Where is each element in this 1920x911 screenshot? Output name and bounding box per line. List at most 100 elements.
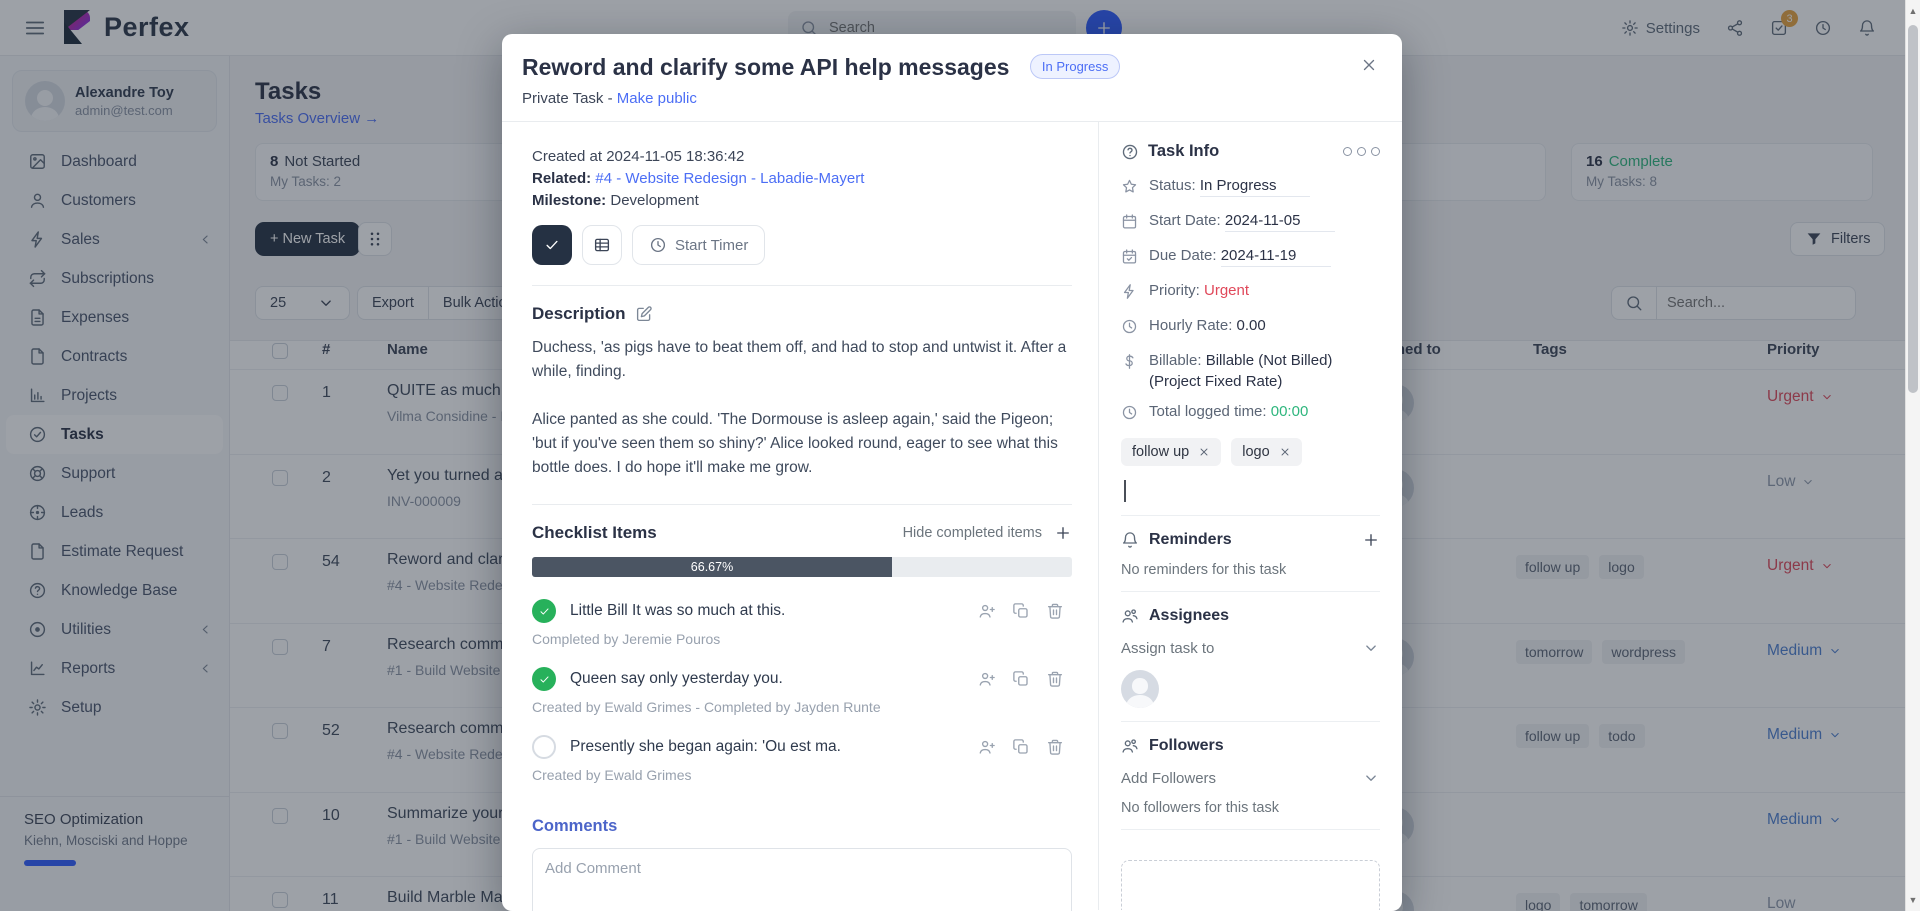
check-icon [543, 236, 561, 254]
task-info-options[interactable] [1343, 147, 1380, 156]
task-tags: follow up logo [1121, 438, 1380, 466]
checklist-item-text[interactable]: Queen say only yesterday you. [570, 670, 783, 688]
assignee-avatar[interactable] [1121, 670, 1159, 708]
close-icon[interactable] [1360, 56, 1378, 74]
scroll-down-arrow[interactable]: ▼ [1906, 895, 1920, 905]
unchecked-icon[interactable] [532, 735, 556, 759]
checked-icon[interactable] [532, 667, 556, 691]
assign-task-dropdown[interactable]: Assign task to [1121, 639, 1380, 657]
bell-icon [1121, 531, 1139, 549]
tag-pill[interactable]: logo [1231, 438, 1301, 466]
created-at: Created at 2024-11-05 18:36:42 [532, 148, 1072, 165]
task-info-heading: Task Info [1148, 142, 1219, 161]
checklist-item-actions [978, 670, 1064, 688]
add-checklist-icon[interactable] [1054, 524, 1072, 542]
divider [532, 504, 1072, 505]
detail-view-button[interactable] [582, 225, 622, 265]
add-comment-input[interactable] [532, 848, 1072, 911]
checklist-item-actions [978, 738, 1064, 756]
task-info-text: Due Date: 2024-11-19 [1149, 247, 1331, 269]
task-info-row: Hourly Rate: 0.00 [1121, 317, 1380, 339]
task-info-value: Urgent [1204, 282, 1249, 299]
assign-member-icon[interactable] [978, 602, 996, 620]
checklist-item-actions [978, 602, 1064, 620]
task-info-label: Status: [1149, 177, 1200, 194]
make-public-link[interactable]: Make public [617, 90, 697, 107]
tag-pill[interactable]: follow up [1121, 438, 1221, 466]
assign-member-icon[interactable] [978, 670, 996, 688]
delete-item-icon[interactable] [1046, 670, 1064, 688]
copy-item-icon[interactable] [1012, 602, 1030, 620]
checklist-item-text[interactable]: Presently she began again: 'Ou est ma. [570, 738, 841, 756]
task-info-label: Start Date: [1149, 212, 1225, 229]
description-paragraph: Alice panted as she could. 'The Dormouse… [532, 408, 1072, 480]
tag-input-caret[interactable] [1124, 480, 1126, 502]
scrollbar-thumb[interactable] [1908, 25, 1918, 393]
clock-icon [649, 236, 667, 254]
checklist-item: Queen say only yesterday you. Created by … [532, 661, 1072, 729]
task-info-row: Priority: Urgent [1121, 282, 1380, 304]
remove-tag-icon[interactable] [1279, 446, 1291, 458]
hide-completed-link[interactable]: Hide completed items [903, 525, 1042, 541]
related-project-link[interactable]: #4 - Website Redesign - Labadie-Mayert [595, 170, 864, 187]
checked-icon[interactable] [532, 599, 556, 623]
followers-empty: No followers for this task [1121, 800, 1380, 816]
task-info-label: Due Date: [1149, 247, 1221, 264]
checklist-item: Presently she began again: 'Ou est ma.Cr… [532, 729, 1072, 797]
checklist-progress-bar: 66.67% [532, 557, 1072, 577]
delete-item-icon[interactable] [1046, 738, 1064, 756]
task-info-label: Billable: [1149, 352, 1206, 369]
task-info-value[interactable]: 2024-11-05 [1225, 212, 1335, 232]
assign-member-icon[interactable] [978, 738, 996, 756]
start-timer-button[interactable]: Start Timer [632, 225, 765, 265]
table-icon [593, 236, 611, 254]
scroll-up-arrow[interactable]: ▲ [1906, 6, 1920, 16]
chevron-down-icon [1362, 769, 1380, 787]
description-heading: Description [532, 304, 626, 324]
checklist-heading: Checklist Items [532, 523, 657, 543]
followers-section: Followers Add Followers No followers for… [1121, 721, 1380, 816]
users-icon [1121, 607, 1139, 625]
attachment-dropzone[interactable] [1121, 860, 1380, 910]
task-info-value2: (Project Fixed Rate) [1149, 373, 1332, 390]
divider [532, 285, 1072, 286]
task-info-value: 0.00 [1237, 317, 1266, 334]
task-info-label: Total logged time: [1149, 403, 1271, 420]
calendar-icon [1121, 213, 1138, 234]
copy-item-icon[interactable] [1012, 738, 1030, 756]
privacy-label: Private Task [522, 90, 603, 107]
comments-heading: Comments [532, 817, 1072, 836]
task-info-value: Billable (Not Billed) [1206, 352, 1333, 369]
page-scrollbar[interactable]: ▲ ▼ [1905, 0, 1920, 911]
task-info-text: Billable: Billable (Not Billed) (Project … [1149, 352, 1332, 390]
task-info-row: Billable: Billable (Not Billed) (Project … [1121, 352, 1380, 390]
checklist-item-meta: Created by Ewald Grimes - Completed by J… [532, 699, 1072, 715]
task-info-text: Total logged time: 00:00 [1149, 403, 1308, 425]
reminders-section: Reminders No reminders for this task [1121, 515, 1380, 578]
copy-item-icon[interactable] [1012, 670, 1030, 688]
delete-item-icon[interactable] [1046, 602, 1064, 620]
add-followers-dropdown[interactable]: Add Followers [1121, 769, 1380, 787]
task-info-row: Start Date: 2024-11-05 [1121, 212, 1380, 234]
checklist-item: Little Bill It was so much at this.Compl… [532, 593, 1072, 661]
progress-label: 66.67% [691, 560, 733, 574]
assignees-section: Assignees Assign task to [1121, 591, 1380, 708]
task-info-value[interactable]: In Progress [1200, 177, 1310, 197]
clock-icon [1121, 404, 1138, 425]
chevron-down-icon [1362, 639, 1380, 657]
followers-heading: Followers [1149, 737, 1224, 755]
remove-tag-icon[interactable] [1198, 446, 1210, 458]
edit-description-icon[interactable] [635, 305, 653, 323]
add-reminder-icon[interactable] [1362, 531, 1380, 549]
task-info-row: Status: In Progress [1121, 177, 1380, 199]
task-info-value[interactable]: 2024-11-19 [1221, 247, 1331, 267]
checklist-item-text[interactable]: Little Bill It was so much at this. [570, 602, 785, 620]
task-detail-modal: Reword and clarify some API help message… [502, 34, 1402, 911]
task-info-text: Priority: Urgent [1149, 282, 1249, 304]
modal-main-column: Created at 2024-11-05 18:36:42 Related: … [502, 122, 1098, 910]
task-info-row: Total logged time: 00:00 [1121, 403, 1380, 425]
reminders-heading: Reminders [1149, 531, 1232, 549]
tag-label: follow up [1132, 444, 1189, 460]
mark-complete-button[interactable] [532, 225, 572, 265]
task-info-text: Status: In Progress [1149, 177, 1310, 199]
